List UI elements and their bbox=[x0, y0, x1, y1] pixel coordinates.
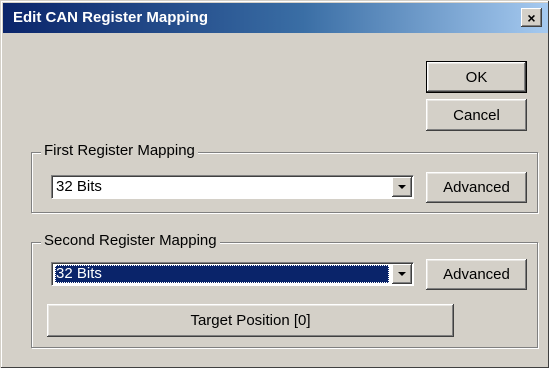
target-position-label: Target Position [0] bbox=[190, 312, 311, 329]
first-advanced-label: Advanced bbox=[443, 179, 510, 196]
chevron-down-icon bbox=[398, 272, 406, 276]
second-register-mapping-label: Second Register Mapping bbox=[41, 232, 220, 249]
close-button[interactable]: × bbox=[521, 8, 542, 27]
ok-button[interactable]: OK bbox=[426, 61, 527, 93]
cancel-button-label: Cancel bbox=[453, 106, 500, 124]
second-advanced-button[interactable]: Advanced bbox=[426, 259, 527, 290]
first-register-mapping-label: First Register Mapping bbox=[41, 142, 198, 159]
close-icon: × bbox=[527, 9, 536, 26]
first-mapping-dropdown-button[interactable] bbox=[392, 177, 412, 197]
second-mapping-select[interactable]: 32 Bits bbox=[51, 262, 414, 286]
dialog-window: Edit CAN Register Mapping × OK Cancel Fi… bbox=[0, 0, 549, 368]
dialog-title: Edit CAN Register Mapping bbox=[13, 9, 209, 26]
ok-button-label: OK bbox=[465, 68, 488, 86]
target-position-button[interactable]: Target Position [0] bbox=[47, 304, 454, 337]
first-mapping-select[interactable]: 32 Bits bbox=[51, 175, 414, 199]
title-bar[interactable]: Edit CAN Register Mapping × bbox=[3, 3, 548, 33]
second-mapping-dropdown-button[interactable] bbox=[392, 264, 412, 284]
second-advanced-label: Advanced bbox=[443, 266, 510, 283]
first-advanced-button[interactable]: Advanced bbox=[426, 172, 527, 203]
chevron-down-icon bbox=[398, 185, 406, 189]
cancel-button[interactable]: Cancel bbox=[426, 99, 527, 131]
second-mapping-value: 32 Bits bbox=[55, 265, 389, 283]
first-mapping-value: 32 Bits bbox=[56, 178, 102, 195]
